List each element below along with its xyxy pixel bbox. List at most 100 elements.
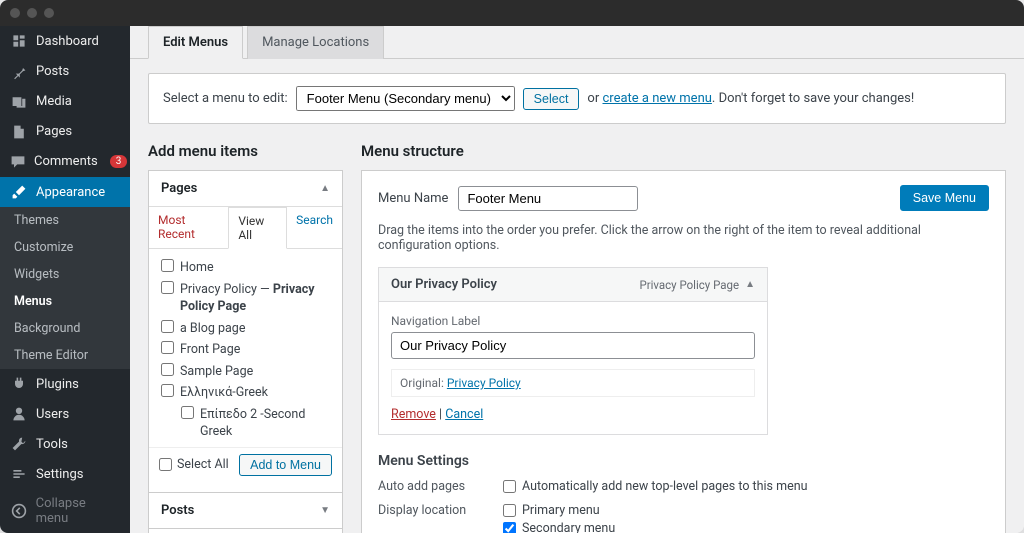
page-item[interactable]: Sample Page	[161, 361, 330, 383]
subtab-recent[interactable]: Most Recent	[149, 207, 228, 248]
nav-label-title: Navigation Label	[391, 314, 755, 328]
pages-icon	[10, 124, 28, 140]
structure-heading: Menu structure	[361, 142, 1006, 160]
acc-head-pages[interactable]: Pages ▲	[149, 171, 342, 206]
subtab-viewall[interactable]: View All	[228, 207, 287, 249]
select-menu-row: Select a menu to edit: Footer Menu (Seco…	[148, 73, 1006, 124]
menu-item-header[interactable]: Our Privacy Policy Privacy Policy Page▲	[379, 268, 767, 302]
page-checkbox[interactable]	[161, 320, 174, 333]
auto-add-label: Auto add pages	[378, 479, 503, 494]
add-items-heading: Add menu items	[148, 142, 343, 160]
loc-secondary-checkbox[interactable]	[503, 522, 516, 533]
pin-icon	[10, 64, 28, 80]
sub-themes[interactable]: Themes	[0, 207, 130, 234]
collapse-icon	[10, 503, 28, 519]
original-link[interactable]: Privacy Policy	[447, 376, 521, 390]
page-checkbox[interactable]	[181, 406, 194, 419]
sidebar-collapse[interactable]: Collapse menu	[0, 489, 130, 533]
create-menu-link[interactable]: create a new menu	[602, 91, 711, 106]
sub-widgets[interactable]: Widgets	[0, 261, 130, 288]
menu-settings: Menu Settings Auto add pages Automatical…	[378, 453, 989, 533]
menu-item: Our Privacy Policy Privacy Policy Page▲ …	[378, 267, 768, 435]
sidebar-label: Tools	[36, 437, 68, 452]
sidebar-item-settings[interactable]: Settings	[0, 459, 130, 489]
sidebar-submenu: Themes Customize Widgets Menus Backgroun…	[0, 207, 130, 369]
page-checkbox[interactable]	[161, 363, 174, 376]
auto-add-checkbox[interactable]	[503, 480, 516, 493]
cancel-link[interactable]: Cancel	[445, 407, 483, 422]
media-icon	[10, 94, 28, 110]
page-checkbox[interactable]	[161, 281, 174, 294]
accordion-pages: Pages ▲ Most Recent View All Search Home	[148, 170, 343, 493]
page-item[interactable]: Ελληνικά-Greek	[161, 382, 330, 404]
sidebar-item-dashboard[interactable]: Dashboard	[0, 26, 130, 56]
window-dot[interactable]	[10, 8, 20, 18]
chevron-up-icon: ▲	[320, 183, 330, 194]
page-item[interactable]: Επίπεδο 2 -Second Greek	[161, 404, 330, 443]
window-dot[interactable]	[44, 8, 54, 18]
sidebar-label: Comments	[34, 154, 98, 169]
nav-label-input[interactable]	[391, 332, 755, 359]
save-menu-button-top[interactable]: Save Menu	[900, 185, 989, 211]
user-icon	[10, 406, 28, 422]
page-item[interactable]: a Blog page	[161, 318, 330, 340]
drag-hint: Drag the items into the order you prefer…	[378, 223, 989, 253]
sidebar-item-comments[interactable]: Comments 3	[0, 147, 130, 177]
auto-add-option[interactable]: Automatically add new top-level pages to…	[503, 479, 808, 494]
sidebar-item-media[interactable]: Media	[0, 87, 130, 117]
sidebar-item-tools[interactable]: Tools	[0, 429, 130, 459]
wrench-icon	[10, 436, 28, 452]
menu-structure-box: Menu Name Save Menu Drag the items into …	[361, 170, 1006, 533]
tail-text: . Don't forget to save your changes!	[712, 91, 914, 106]
tab-edit-menus[interactable]: Edit Menus	[148, 26, 243, 59]
loc-primary-checkbox[interactable]	[503, 504, 516, 517]
page-item[interactable]: Home	[161, 257, 330, 279]
chevron-down-icon: ▼	[320, 505, 330, 516]
select-all-checkbox[interactable]	[159, 458, 172, 471]
sidebar-item-pages[interactable]: Pages	[0, 117, 130, 147]
location-primary[interactable]: Primary menu	[503, 503, 615, 518]
original-box: Original: Privacy Policy	[391, 369, 755, 397]
sub-background[interactable]: Background	[0, 315, 130, 342]
dashboard-icon	[10, 33, 28, 49]
menu-dropdown[interactable]: Footer Menu (Secondary menu)	[296, 86, 515, 111]
page-item[interactable]: Privacy Policy — Privacy Policy Page	[161, 279, 330, 318]
menu-tabs: Edit Menus Manage Locations	[130, 26, 1024, 59]
brush-icon	[10, 184, 28, 200]
sub-theme-editor[interactable]: Theme Editor	[0, 342, 130, 369]
sidebar-label: Plugins	[36, 377, 79, 392]
sub-customize[interactable]: Customize	[0, 234, 130, 261]
sidebar-item-users[interactable]: Users	[0, 399, 130, 429]
menu-name-input[interactable]	[458, 186, 638, 211]
location-secondary[interactable]: Secondary menu	[503, 521, 615, 533]
page-checkbox[interactable]	[161, 341, 174, 354]
sidebar-item-plugins[interactable]: Plugins	[0, 369, 130, 399]
comments-badge: 3	[110, 155, 128, 168]
accordion-custom-links[interactable]: Custom Links▼	[148, 528, 343, 533]
select-all[interactable]: Select All	[159, 457, 229, 472]
sub-menus[interactable]: Menus	[0, 288, 130, 315]
menu-name-label: Menu Name	[378, 191, 448, 206]
menu-settings-heading: Menu Settings	[378, 453, 989, 469]
comments-icon	[10, 154, 26, 170]
sidebar-item-posts[interactable]: Posts	[0, 57, 130, 87]
plug-icon	[10, 376, 28, 392]
sidebar-label: Media	[36, 94, 72, 109]
or-text: or	[587, 91, 599, 106]
subtab-search[interactable]: Search	[287, 207, 342, 248]
select-button[interactable]: Select	[523, 88, 580, 110]
remove-link[interactable]: Remove	[391, 407, 436, 422]
tab-manage-locations[interactable]: Manage Locations	[247, 26, 384, 59]
page-checkbox[interactable]	[161, 259, 174, 272]
display-location-label: Display location	[378, 503, 503, 518]
sidebar-label: Collapse menu	[36, 496, 120, 526]
window-dot[interactable]	[27, 8, 37, 18]
sidebar-label: Dashboard	[36, 34, 99, 49]
add-to-menu-button[interactable]: Add to Menu	[239, 454, 332, 476]
page-item[interactable]: Front Page	[161, 339, 330, 361]
pages-subtabs: Most Recent View All Search	[149, 207, 342, 249]
sidebar-item-appearance[interactable]: Appearance	[0, 177, 130, 207]
sidebar-label: Appearance	[36, 185, 105, 200]
page-checkbox[interactable]	[161, 384, 174, 397]
accordion-posts[interactable]: Posts▼	[148, 492, 343, 529]
